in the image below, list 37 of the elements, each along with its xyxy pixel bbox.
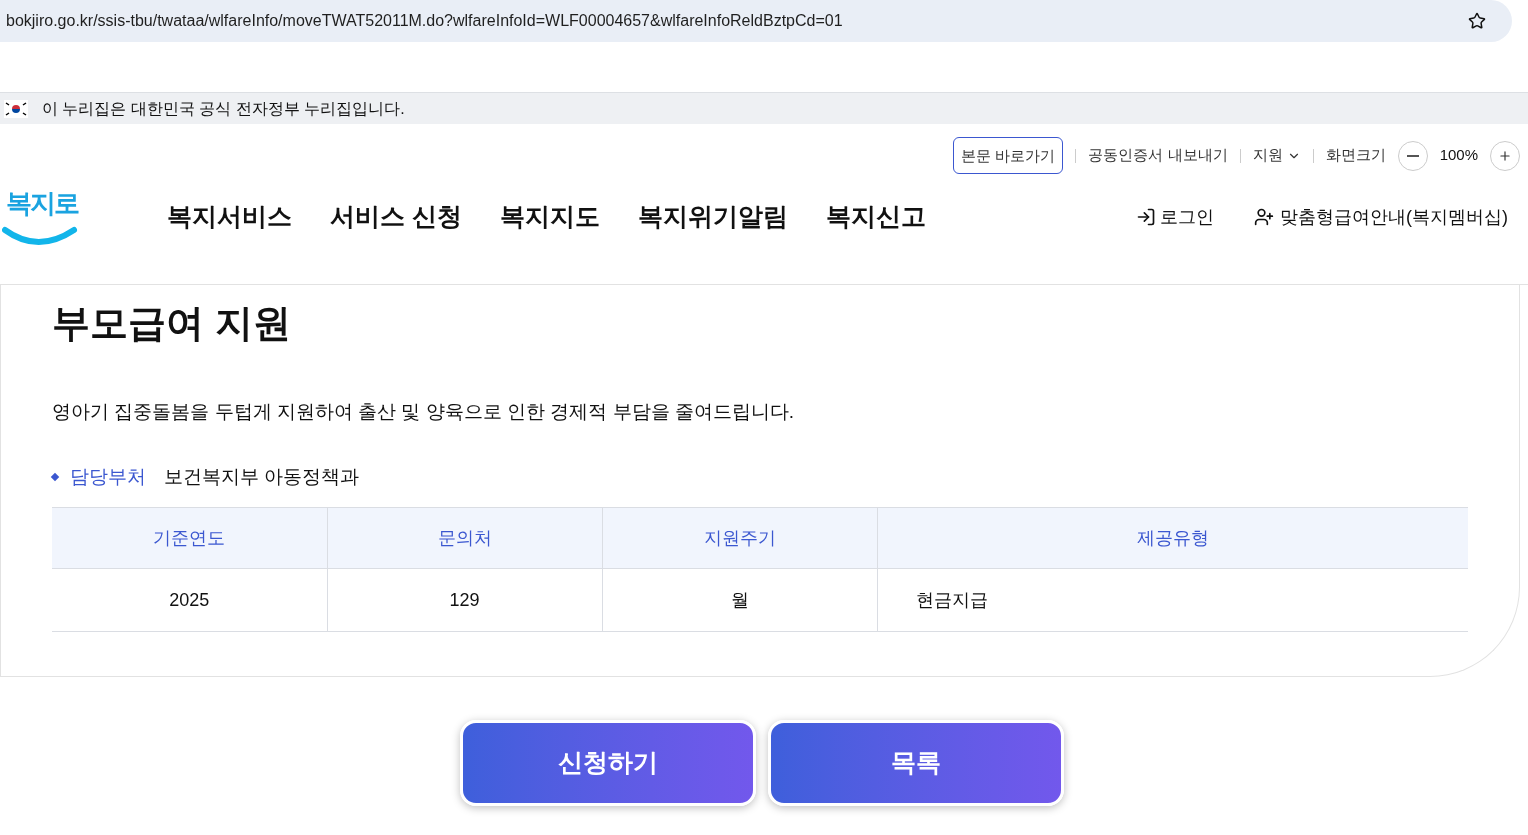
flag-icon bbox=[4, 99, 28, 118]
zoom-label: 화면크기 bbox=[1325, 145, 1386, 166]
page-description: 영아기 집중돌봄을 두텁게 지원하여 출산 및 양육으로 인한 경제적 부담을 줄여드립니다. bbox=[52, 400, 796, 424]
login-link[interactable]: 로그인 bbox=[1136, 203, 1214, 231]
column-header: 제공유형 bbox=[877, 507, 1468, 569]
url-text: bokjiro.go.kr/ssis-tbu/twataa/wlfareInfo/moveTWAT52011M.do?wlfareInfoId=WLF00004657&wlfareInfoReldBztpCd=01 bbox=[6, 11, 844, 31]
nav-menu-item[interactable]: 복지신고 bbox=[825, 198, 926, 236]
dept-value: 보건복지부 아동정책과 bbox=[164, 464, 360, 489]
support-dropdown[interactable]: 지원 bbox=[1252, 144, 1301, 167]
user-plus-icon bbox=[1254, 207, 1274, 227]
table-cell: 월 bbox=[602, 568, 877, 632]
nav-menu-item[interactable]: 복지위기알림 bbox=[637, 198, 788, 236]
address-bar[interactable]: bokjiro.go.kr/ssis-tbu/twataa/wlfareInfo/moveTWAT52011M.do?wlfareInfoId=WLF00004657&wlfareInfoReldBztpCd=01 bbox=[0, 0, 1512, 42]
zoom-value: 100% bbox=[1439, 145, 1478, 166]
bullet-icon bbox=[50, 472, 60, 481]
page-title: 부모급여 지원 bbox=[52, 301, 292, 346]
logo-text: 복지로 bbox=[6, 187, 78, 220]
nav-menu-item[interactable]: 복지서비스 bbox=[167, 198, 292, 236]
column-header: 문의처 bbox=[327, 507, 602, 569]
bookmark-star-icon[interactable] bbox=[1468, 12, 1486, 30]
column-header: 지원주기 bbox=[602, 507, 877, 569]
minus-icon bbox=[1406, 154, 1419, 157]
table-cell: 129 bbox=[327, 568, 602, 632]
table-cell: 현금지급 bbox=[877, 568, 1468, 632]
skip-to-content-link[interactable]: 본문 바로가기 bbox=[953, 137, 1064, 174]
action-button[interactable]: 신청하기 bbox=[460, 720, 756, 806]
nav-menu-item[interactable]: 복지지도 bbox=[499, 198, 600, 236]
column-header: 기준연도 bbox=[52, 507, 327, 569]
membership-link[interactable]: 맞춤형급여안내(복지멤버십) bbox=[1254, 203, 1508, 231]
nav-menu-item[interactable]: 서비스 신청 bbox=[330, 198, 462, 236]
action-button[interactable]: 목록 bbox=[768, 720, 1064, 806]
gov-banner-text: 이 누리집은 대한민국 공식 전자정부 누리집입니다. bbox=[42, 98, 405, 119]
table-cell: 2025 bbox=[52, 568, 327, 632]
plus-icon bbox=[1498, 148, 1512, 163]
cert-export-link[interactable]: 공동인증서 내보내기 bbox=[1088, 144, 1228, 167]
dept-label: 담당부처 bbox=[70, 464, 146, 489]
login-icon bbox=[1136, 207, 1156, 227]
